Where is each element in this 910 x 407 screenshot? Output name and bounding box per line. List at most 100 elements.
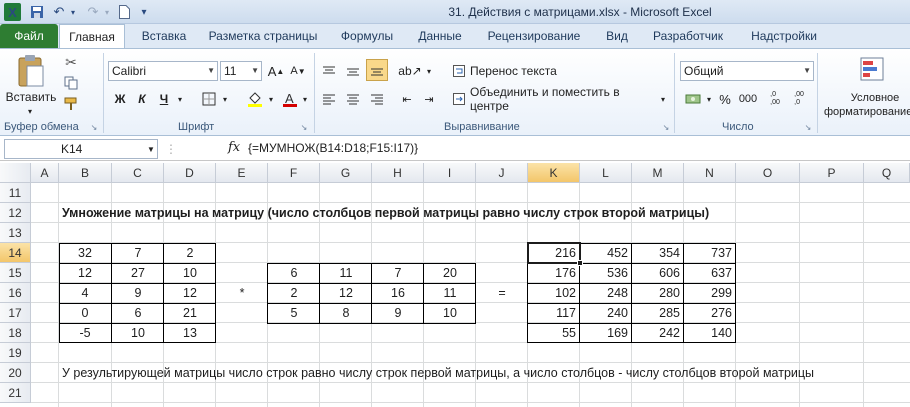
matrix-a-cell[interactable]: 4	[59, 284, 111, 303]
result-cell[interactable]: 242	[632, 324, 684, 343]
decrease-decimal-button[interactable]: ,00 ,0	[788, 89, 810, 109]
fill-color-icon[interactable]	[244, 89, 266, 109]
borders-icon[interactable]	[198, 89, 220, 109]
row-header[interactable]: 11	[0, 183, 31, 203]
result-cell[interactable]: 452	[580, 244, 632, 263]
paste-icon[interactable]	[14, 53, 48, 89]
wrap-text-icon[interactable]	[452, 61, 466, 81]
currency-dropdown-icon[interactable]: ▾	[704, 89, 714, 109]
paste-button[interactable]: Вставить	[6, 89, 57, 105]
font-color-dropdown-icon[interactable]: ▾	[300, 89, 310, 109]
result-cell[interactable]: 285	[632, 304, 684, 323]
column-header-i[interactable]: I	[424, 163, 476, 183]
matrix-b-cell[interactable]: 6	[268, 264, 320, 283]
matrix-b-cell[interactable]: 9	[372, 304, 424, 323]
matrix-b-cell[interactable]: 8	[320, 304, 372, 323]
fill-dropdown-icon[interactable]: ▾	[266, 89, 276, 109]
column-header-q[interactable]: Q	[864, 163, 910, 183]
matrix-b-cell[interactable]: 11	[320, 264, 372, 283]
number-launcher-icon[interactable]: ↘	[802, 121, 814, 133]
row-header[interactable]: 15	[0, 263, 31, 283]
result-cell[interactable]: 55	[528, 324, 580, 343]
row-header[interactable]: 16	[0, 283, 31, 303]
worksheet-grid[interactable]: A B C D E F G H I J K L M N O P Q 11 12 …	[0, 163, 910, 407]
row-header[interactable]: 17	[0, 303, 31, 323]
matrix-b-cell[interactable]: 12	[320, 284, 372, 303]
result-cell[interactable]: 276	[684, 304, 736, 323]
clipboard-launcher-icon[interactable]: ↘	[88, 121, 100, 133]
row-header[interactable]: 19	[0, 343, 31, 363]
matrix-b-cell[interactable]: 20	[424, 264, 476, 283]
column-header-f[interactable]: F	[268, 163, 320, 183]
tab-file[interactable]: Файл	[0, 24, 58, 48]
result-cell[interactable]: 117	[528, 304, 580, 323]
result-cell[interactable]: 169	[580, 324, 632, 343]
font-launcher-icon[interactable]: ↘	[298, 121, 310, 133]
tab-page-layout[interactable]: Разметка страницы	[204, 24, 322, 48]
column-header-o[interactable]: O	[736, 163, 800, 183]
wrap-text-button[interactable]: Перенос текста	[470, 61, 560, 81]
column-header-p[interactable]: P	[800, 163, 864, 183]
column-header-n[interactable]: N	[684, 163, 736, 183]
align-left-icon[interactable]	[318, 89, 340, 109]
row-header[interactable]: 21	[0, 383, 31, 403]
matrix-a-cell[interactable]: -5	[59, 324, 111, 343]
row-header[interactable]: 20	[0, 363, 31, 383]
tab-formulas[interactable]: Формулы	[334, 24, 400, 48]
result-cell[interactable]: 354	[632, 244, 684, 263]
font-size-select[interactable]: 11 ▼	[220, 61, 262, 81]
matrix-b-cell[interactable]: 7	[372, 264, 424, 283]
decrease-indent-icon[interactable]: ⇤	[396, 89, 418, 109]
matrix-a-cell[interactable]: 10	[164, 264, 216, 283]
result-cell[interactable]: 737	[684, 244, 736, 263]
align-center-icon[interactable]	[342, 89, 364, 109]
column-header-m[interactable]: M	[632, 163, 684, 183]
insert-function-icon[interactable]: fx	[228, 140, 240, 155]
merge-center-button[interactable]: Объединить и поместить в центре	[470, 85, 660, 113]
matrix-a-cell[interactable]: 10	[112, 324, 164, 343]
orientation-icon[interactable]: ab↗	[398, 61, 422, 81]
matrix-a-cell[interactable]: 7	[112, 244, 164, 263]
equals-sign[interactable]: =	[476, 284, 528, 303]
percent-button[interactable]: %	[716, 89, 734, 109]
grow-font-icon[interactable]: A ▲	[266, 61, 286, 81]
align-middle-icon[interactable]	[342, 61, 364, 81]
column-header-a[interactable]: A	[31, 163, 59, 183]
tab-addins[interactable]: Надстройки	[744, 24, 824, 48]
name-box[interactable]: K14	[4, 139, 158, 159]
matrix-a-cell[interactable]: 12	[59, 264, 111, 283]
matrix-a-cell[interactable]: 0	[59, 304, 111, 323]
shrink-font-icon[interactable]: A ▼	[288, 61, 308, 81]
underline-dropdown-icon[interactable]: ▾	[174, 89, 186, 109]
column-header-k[interactable]: K	[528, 163, 580, 183]
column-header-g[interactable]: G	[320, 163, 372, 183]
currency-icon[interactable]	[682, 89, 704, 109]
resize-handle-icon[interactable]: ⋮	[164, 141, 178, 157]
column-header-l[interactable]: L	[580, 163, 632, 183]
row-header[interactable]: 13	[0, 223, 31, 243]
tab-review[interactable]: Рецензирование	[480, 24, 588, 48]
result-cell[interactable]: 299	[684, 284, 736, 303]
matrix-a-cell[interactable]: 9	[112, 284, 164, 303]
conditional-format-button[interactable]: Условное	[840, 91, 910, 105]
column-header-c[interactable]: C	[112, 163, 164, 183]
result-cell[interactable]: 606	[632, 264, 684, 283]
result-cell[interactable]: 176	[528, 264, 580, 283]
matrix-a-cell[interactable]: 2	[164, 244, 216, 263]
column-header-d[interactable]: D	[164, 163, 216, 183]
tab-home[interactable]: Главная	[59, 24, 125, 48]
row-header[interactable]: 18	[0, 323, 31, 343]
matrix-a-cell[interactable]: 27	[112, 264, 164, 283]
borders-dropdown-icon[interactable]: ▾	[220, 89, 230, 109]
row-header[interactable]: 12	[0, 203, 31, 223]
align-right-icon[interactable]	[366, 89, 388, 109]
column-header-b[interactable]: B	[59, 163, 112, 183]
tab-developer[interactable]: Разработчик	[646, 24, 730, 48]
matrix-b-cell[interactable]: 11	[424, 284, 476, 303]
matrix-b-cell[interactable]: 16	[372, 284, 424, 303]
tab-view[interactable]: Вид	[600, 24, 634, 48]
increase-indent-icon[interactable]: ⇥	[418, 89, 440, 109]
conditional-format-icon[interactable]	[856, 53, 890, 87]
number-format-select[interactable]: Общий ▼	[680, 61, 814, 81]
matrix-b-cell[interactable]: 10	[424, 304, 476, 323]
